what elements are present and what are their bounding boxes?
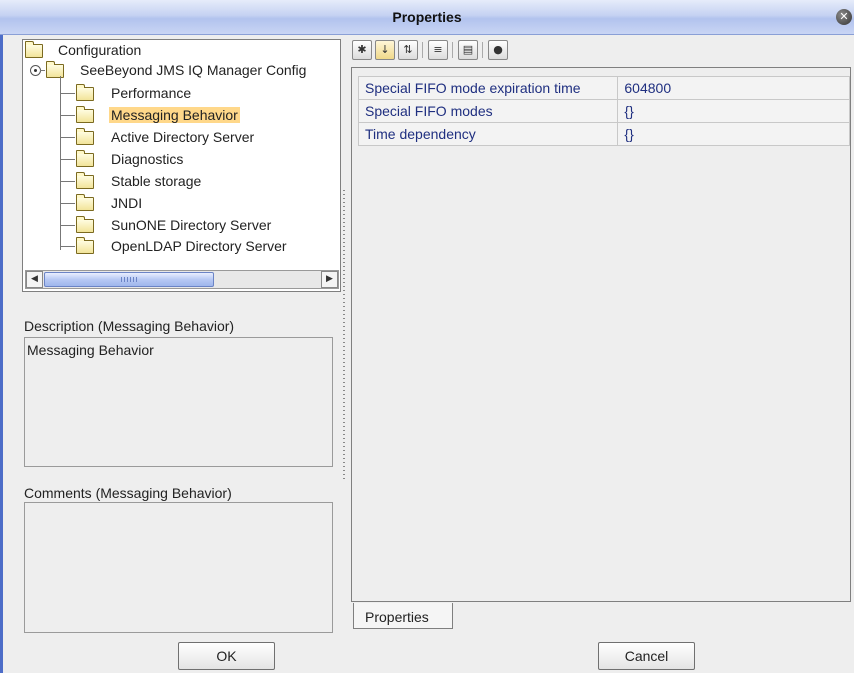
tree-node-label: Diagnostics (111, 151, 184, 167)
folder-icon (76, 106, 94, 123)
tree-node-stable-storage[interactable]: Stable storage (23, 171, 333, 191)
tree-node-label: Performance (111, 85, 192, 101)
sort-alpha-icon[interactable]: ↓ (375, 40, 395, 60)
folder-icon (76, 172, 94, 189)
title-bar[interactable]: Properties ✕ (0, 0, 854, 35)
tree-node-label: SeeBeyond JMS IQ Manager Config (80, 62, 307, 78)
tree-node-sunone-directory-server[interactable]: SunONE Directory Server (23, 215, 333, 235)
folder-icon (76, 84, 94, 101)
property-row[interactable]: Special FIFO modes {} (357, 99, 850, 123)
folder-icon (76, 194, 94, 211)
tree-node-seebeyond[interactable]: SeeBeyond JMS IQ Manager Config (23, 60, 340, 80)
property-row[interactable]: Special FIFO mode expiration time 604800 (357, 76, 850, 100)
tree-node-label-selected: Messaging Behavior (109, 107, 240, 123)
tree-node-performance[interactable]: Performance (23, 83, 333, 103)
tree-node-label: OpenLDAP Directory Server (111, 238, 287, 254)
property-table: Special FIFO mode expiration time 604800… (357, 76, 850, 146)
folder-icon (76, 128, 94, 145)
property-name: Special FIFO modes (357, 99, 619, 123)
close-icon[interactable]: ✕ (836, 9, 852, 25)
sort-category-icon[interactable]: ⇅ (398, 40, 418, 60)
cancel-button[interactable]: Cancel (598, 642, 695, 670)
scroll-left-icon[interactable]: ◀ (26, 271, 43, 288)
scrollbar-thumb[interactable] (44, 272, 214, 287)
comments-label: Comments (Messaging Behavior) (24, 485, 232, 501)
tab-properties[interactable]: Properties (353, 603, 453, 629)
folder-icon (76, 150, 94, 167)
description-label: Description (Messaging Behavior) (24, 318, 235, 334)
tree-node-label: SunONE Directory Server (111, 217, 272, 233)
edit-list-icon[interactable]: ≡ (428, 40, 448, 60)
categorized-icon[interactable]: ✱ (352, 40, 372, 60)
property-value[interactable]: {} (617, 99, 850, 123)
help-icon[interactable]: ● (488, 40, 508, 60)
properties-dialog: Properties ✕ Configuration SeeBeyond JMS… (0, 0, 854, 673)
window-border (0, 0, 3, 673)
property-sheet: Special FIFO mode expiration time 604800… (351, 67, 851, 602)
ok-button[interactable]: OK (178, 642, 275, 670)
scroll-right-icon[interactable]: ▶ (321, 271, 338, 288)
folder-icon (76, 216, 94, 233)
tree-horizontal-scrollbar[interactable]: ◀ ▶ (25, 270, 339, 289)
tree-node-diagnostics[interactable]: Diagnostics (23, 149, 333, 169)
tree-node-label: Stable storage (111, 173, 202, 189)
comments-field[interactable] (24, 502, 333, 633)
panel-splitter[interactable] (343, 190, 345, 480)
property-row[interactable]: Time dependency {} (357, 122, 850, 146)
property-name: Special FIFO mode expiration time (357, 76, 619, 100)
folder-icon (76, 237, 94, 254)
property-name: Time dependency (357, 122, 619, 146)
window-title: Properties (392, 9, 462, 25)
configuration-tree[interactable]: Configuration SeeBeyond JMS IQ Manager C… (22, 39, 341, 292)
property-value[interactable]: 604800 (617, 76, 850, 100)
folder-icon (46, 61, 64, 78)
view-icon[interactable]: ▤ (458, 40, 478, 60)
tree-node-label: JNDI (111, 195, 143, 211)
folder-icon (25, 41, 43, 58)
tree-node-jndi[interactable]: JNDI (23, 193, 333, 213)
tree-node-openldap-directory-server[interactable]: OpenLDAP Directory Server (23, 236, 333, 256)
description-text: Messaging Behavior (24, 337, 333, 467)
property-value[interactable]: {} (617, 122, 850, 146)
tree-node-label: Active Directory Server (111, 129, 255, 145)
tree-node-configuration[interactable]: Configuration (23, 40, 333, 60)
tree-node-label: Configuration (58, 42, 142, 58)
tree-node-messaging-behavior[interactable]: Messaging Behavior (23, 105, 333, 125)
tree-node-active-directory-server[interactable]: Active Directory Server (23, 127, 333, 147)
